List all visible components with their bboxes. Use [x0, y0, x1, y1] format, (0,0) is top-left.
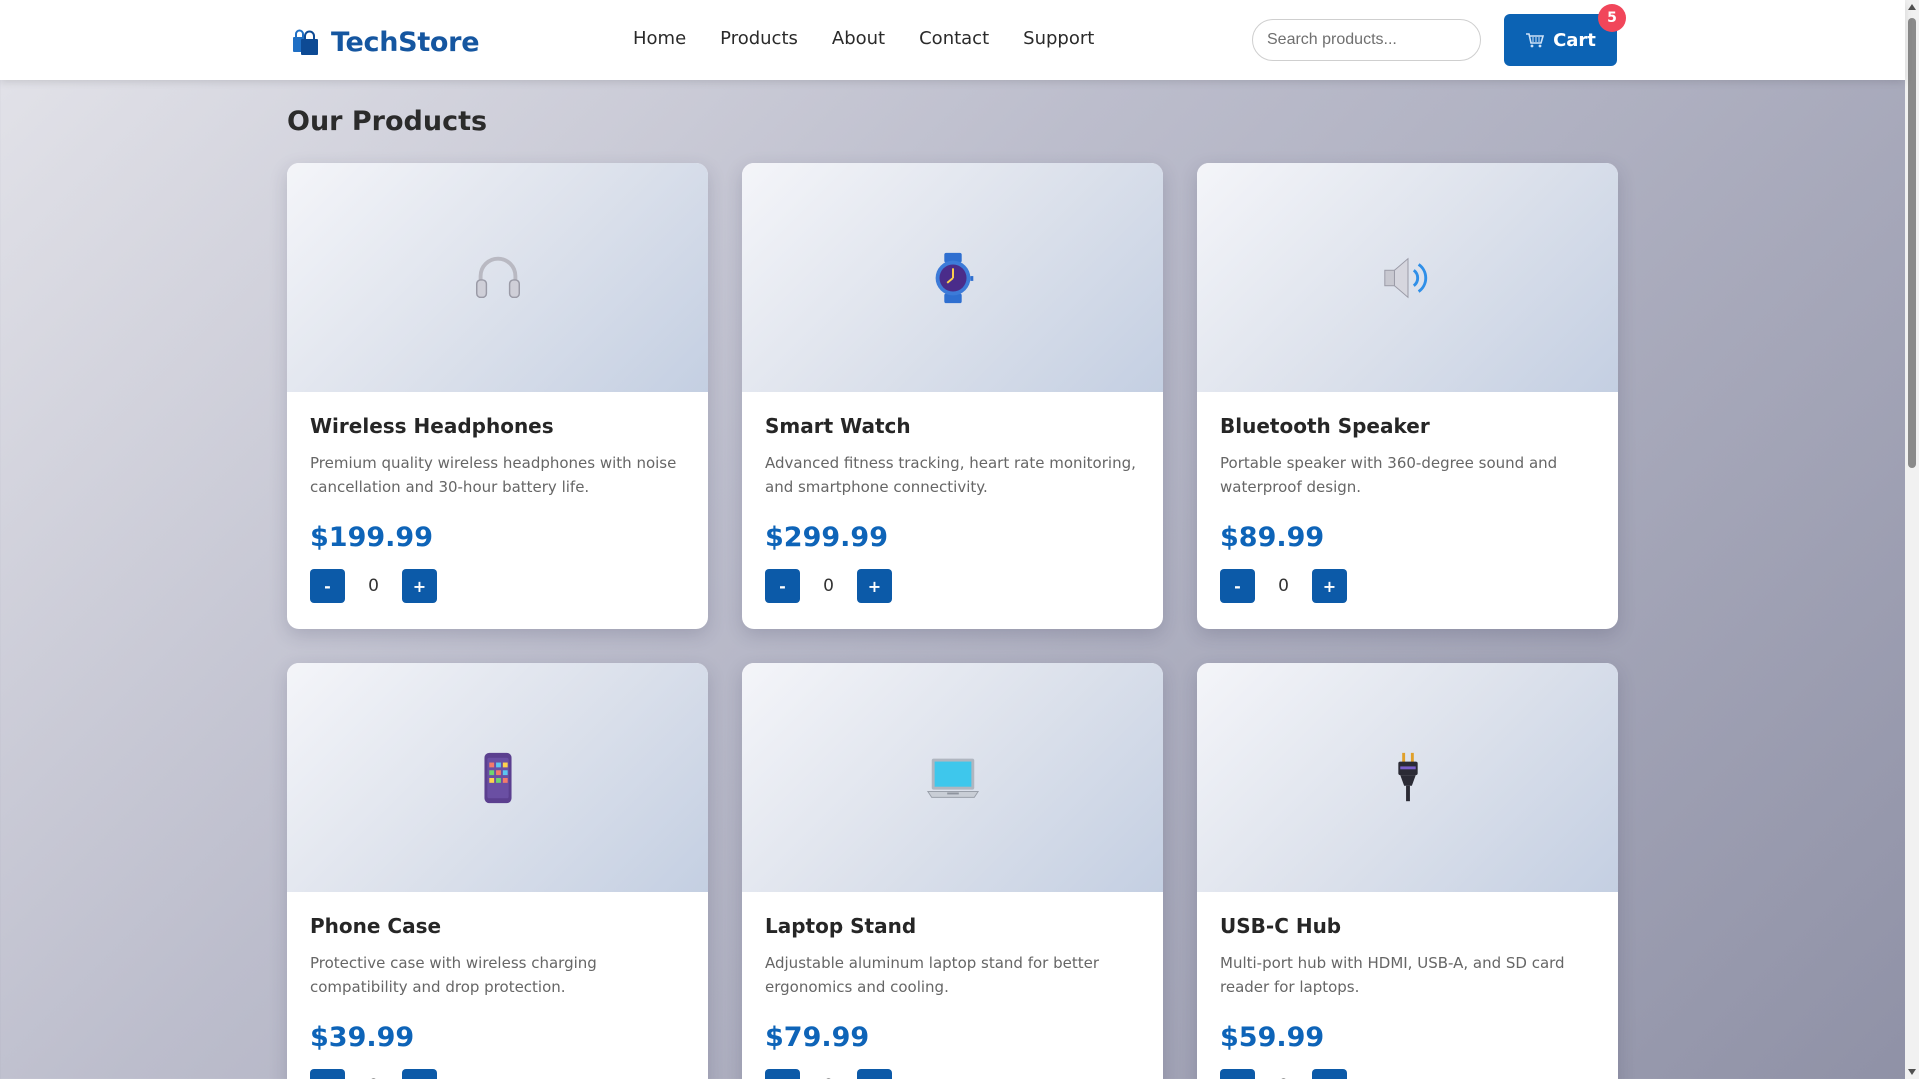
product-title: Wireless Headphones [310, 414, 554, 438]
product-card: Laptop Stand Adjustable aluminum laptop … [742, 663, 1163, 1079]
product-image [1197, 163, 1618, 392]
product-card: Bluetooth Speaker Portable speaker with … [1197, 163, 1618, 629]
speaker-icon [1383, 257, 1427, 298]
product-image [742, 663, 1163, 892]
shopping-bags-icon [293, 29, 318, 55]
product-price: $59.99 [1220, 1022, 1325, 1053]
cart-icon [1526, 33, 1545, 48]
product-title: Laptop Stand [765, 914, 917, 938]
brand-logo[interactable]: TechStore [291, 22, 480, 62]
decrement-button[interactable]: - [310, 1069, 345, 1079]
increment-button[interactable]: + [857, 569, 892, 603]
quantity-stepper: - 0 + [1220, 569, 1595, 603]
product-price: $199.99 [310, 522, 433, 553]
product-title: Bluetooth Speaker [1220, 414, 1430, 438]
product-description: Premium quality wireless headphones with… [310, 454, 677, 496]
increment-button[interactable]: + [402, 1069, 437, 1079]
nav-home[interactable]: Home [633, 28, 686, 49]
product-image [287, 663, 708, 892]
product-price: $39.99 [310, 1022, 415, 1053]
laptop-icon [926, 758, 979, 798]
product-description: Portable speaker with 360-degree sound a… [1220, 454, 1558, 496]
product-description: Advanced fitness tracking, heart rate mo… [765, 454, 1136, 496]
nav-about[interactable]: About [832, 28, 885, 49]
product-price: $89.99 [1220, 522, 1325, 553]
product-description: Protective case with wireless charging c… [310, 954, 597, 996]
product-image [1197, 663, 1618, 892]
headphones-icon [475, 256, 520, 298]
increment-button[interactable]: + [1312, 1069, 1347, 1079]
quantity-value: 0 [823, 576, 834, 596]
quantity-stepper: - 0 + [310, 1069, 685, 1079]
decrement-button[interactable]: - [1220, 569, 1255, 603]
decrement-button[interactable]: - [310, 569, 345, 603]
watch-icon [935, 252, 973, 303]
quantity-stepper: - 0 + [310, 569, 685, 603]
plug-icon [1397, 752, 1418, 801]
phone-icon [483, 752, 512, 803]
nav-contact[interactable]: Contact [919, 28, 989, 49]
product-title: Phone Case [310, 914, 442, 938]
quantity-value: 0 [1278, 576, 1289, 596]
main-nav: Home Products About Contact Support [633, 28, 1094, 49]
product-card: Smart Watch Advanced fitness tracking, h… [742, 163, 1163, 629]
quantity-stepper: - 0 + [1220, 1069, 1595, 1079]
product-card: Phone Case Protective case with wireless… [287, 663, 708, 1079]
cart-label: Cart [1553, 29, 1596, 51]
product-price: $299.99 [765, 522, 888, 553]
search-input[interactable] [1252, 19, 1481, 61]
nav-products[interactable]: Products [720, 28, 798, 49]
brand-name: TechStore [331, 26, 480, 58]
product-image [287, 163, 708, 392]
scroll-down-arrow-icon[interactable] [1908, 1069, 1916, 1075]
increment-button[interactable]: + [857, 1069, 892, 1079]
cart-count-badge: 5 [1598, 4, 1626, 32]
scrollbar-thumb[interactable] [1908, 18, 1916, 468]
increment-button[interactable]: + [402, 569, 437, 603]
increment-button[interactable]: + [1312, 569, 1347, 603]
product-grid: Wireless Headphones Premium quality wire… [287, 163, 1618, 1079]
quantity-stepper: - 0 + [765, 569, 1140, 603]
page-scrollbar[interactable] [1905, 0, 1919, 1079]
nav-support[interactable]: Support [1023, 28, 1094, 49]
quantity-stepper: - 0 + [765, 1069, 1140, 1079]
product-description: Adjustable aluminum laptop stand for bet… [765, 954, 1100, 996]
product-card: Wireless Headphones Premium quality wire… [287, 163, 708, 629]
decrement-button[interactable]: - [765, 1069, 800, 1079]
decrement-button[interactable]: - [1220, 1069, 1255, 1079]
site-header: TechStore Home Products About Contact Su… [0, 0, 1905, 80]
product-price: $79.99 [765, 1022, 870, 1053]
product-card: USB-C Hub Multi-port hub with HDMI, USB-… [1197, 663, 1618, 1079]
product-description: Multi-port hub with HDMI, USB-A, and SD … [1220, 954, 1565, 996]
product-title: Smart Watch [765, 414, 911, 438]
product-image [742, 163, 1163, 392]
scroll-up-arrow-icon[interactable] [1908, 4, 1916, 10]
page-title: Our Products [287, 106, 488, 137]
decrement-button[interactable]: - [765, 569, 800, 603]
product-title: USB-C Hub [1220, 914, 1342, 938]
quantity-value: 0 [368, 576, 379, 596]
